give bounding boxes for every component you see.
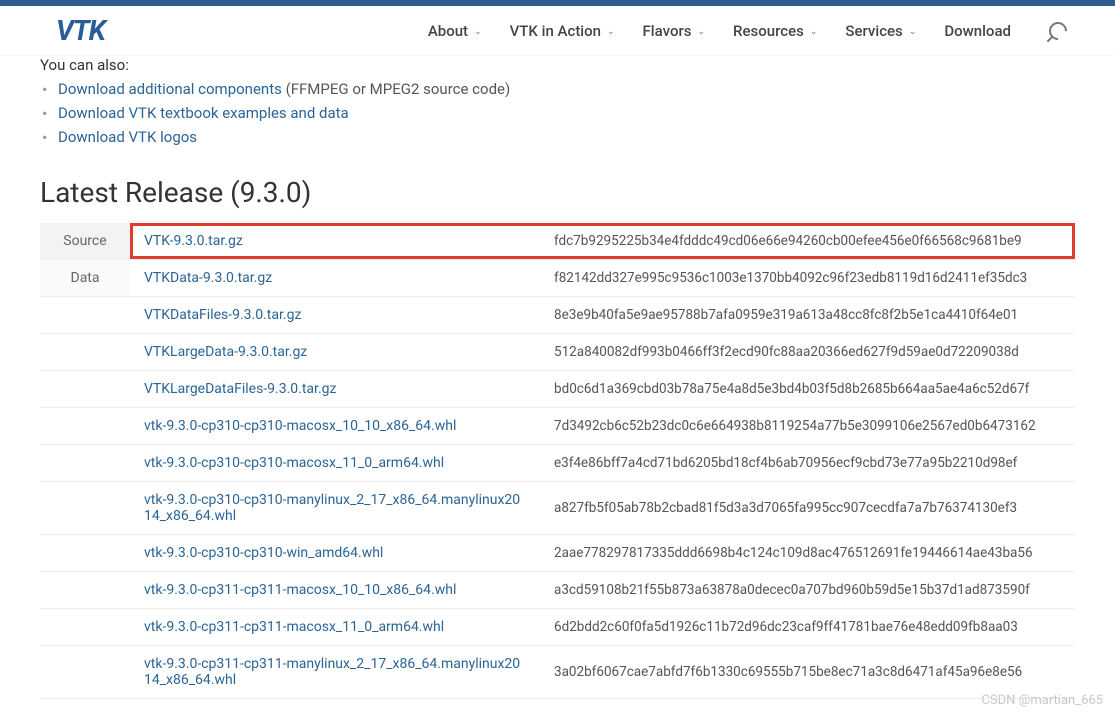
nav-item-label: Flavors	[643, 22, 692, 40]
extra-link[interactable]: Download additional components	[58, 80, 282, 98]
nav-item-label: Download	[944, 22, 1011, 40]
table-row: Source VTK-9.3.0.tar.gz fdc7b9295225b34e4f…	[40, 223, 1075, 260]
row-hash: 7d3492cb6c52b23dc0c6e664938b8119254a77b5…	[540, 408, 1075, 445]
table-row: vtk-9.3.0-cp310-cp310-win_amd64.whl 2aae7…	[40, 535, 1075, 572]
download-link[interactable]: vtk-9.3.0-cp311-cp311-manylinux_2_17_x86…	[144, 656, 520, 688]
extra-link-suffix: (FFMPEG or MPEG2 source code)	[282, 80, 510, 98]
row-category	[40, 646, 130, 699]
table-row: vtk-9.3.0-cp310-cp310-manylinux_2_17_x86…	[40, 482, 1075, 535]
row-hash: 8e3e9b40fa5e9ae95788b7afa0959e319a613a48…	[540, 297, 1075, 334]
chevron-down-icon: ⌄	[810, 27, 818, 37]
row-category	[40, 609, 130, 646]
nav-item-download[interactable]: Download	[944, 22, 1011, 40]
table-row: VTKLargeData-9.3.0.tar.gz 512a840082df993…	[40, 334, 1075, 371]
row-category: Source	[40, 223, 130, 260]
download-link[interactable]: vtk-9.3.0-cp310-cp310-macosx_11_0_arm64.…	[144, 455, 444, 471]
row-hash: 3a02bf6067cae7abfd7f6b1330c69555b715be8e…	[540, 646, 1075, 699]
nav-item-label: About	[428, 22, 468, 40]
table-row: vtk-9.3.0-cp311-cp311-macosx_10_10_x86_6…	[40, 572, 1075, 609]
row-category	[40, 297, 130, 334]
chevron-down-icon: ⌄	[909, 27, 917, 37]
chevron-down-icon: ⌄	[697, 27, 705, 37]
extra-link[interactable]: Download VTK logos	[58, 128, 197, 146]
row-hash: 6d2bdd2c60f0fa5d1926c11b72d96dc23caf9ff4…	[540, 609, 1075, 646]
table-row: VTKDataFiles-9.3.0.tar.gz 8e3e9b40fa5e9ae…	[40, 297, 1075, 334]
row-category	[40, 535, 130, 572]
table-row: VTKLargeDataFiles-9.3.0.tar.gz bd0c6d1a36…	[40, 371, 1075, 408]
extra-link-item: Download VTK textbook examples and data	[40, 104, 1075, 122]
row-category	[40, 572, 130, 609]
download-link[interactable]: VTKDataFiles-9.3.0.tar.gz	[144, 307, 301, 323]
download-link[interactable]: VTKLargeDataFiles-9.3.0.tar.gz	[144, 381, 336, 397]
row-category: Data	[40, 260, 130, 297]
row-file: vtk-9.3.0-cp310-cp310-macosx_11_0_arm64.…	[130, 445, 540, 482]
nav-item-resources[interactable]: Resources ⌄	[733, 22, 817, 40]
row-category	[40, 408, 130, 445]
row-file: VTKLargeData-9.3.0.tar.gz	[130, 334, 540, 371]
row-hash: bd0c6d1a369cbd03b78a75e4a8d5e3bd4b03f5d8…	[540, 371, 1075, 408]
search-icon[interactable]	[1045, 18, 1070, 43]
row-hash: 512a840082df993b0466ff3f2ecd90fc88aa2036…	[540, 334, 1075, 371]
table-row: vtk-9.3.0-cp311-cp311-manylinux_2_17_x86…	[40, 646, 1075, 699]
extra-link-item: Download additional components (FFMPEG o…	[40, 80, 1075, 98]
nav-item-services[interactable]: Services ⌄	[845, 22, 916, 40]
row-file: vtk-9.3.0-cp310-cp310-macosx_10_10_x86_6…	[130, 408, 540, 445]
chevron-down-icon: ⌄	[474, 27, 482, 37]
extra-link[interactable]: Download VTK textbook examples and data	[58, 104, 349, 122]
table-row: vtk-9.3.0-cp311-cp311-macosx_11_0_arm64.…	[40, 609, 1075, 646]
site-header: VTK About⌄VTK in Action⌄Flavors⌄Resource…	[0, 6, 1115, 56]
row-hash: e3f4e86bff7a4cd71bd6205bd18cf4b6ab70956e…	[540, 445, 1075, 482]
extra-link-item: Download VTK logos	[40, 128, 1075, 146]
row-file: vtk-9.3.0-cp310-cp310-win_amd64.whl	[130, 535, 540, 572]
row-file: vtk-9.3.0-cp310-cp310-manylinux_2_17_x86…	[130, 482, 540, 535]
main-nav: About⌄VTK in Action⌄Flavors⌄Resources⌄Se…	[428, 22, 1067, 40]
intro-fragment: You can also:	[40, 56, 1075, 74]
row-file: vtk-9.3.0-cp311-cp311-manylinux_2_17_x86…	[130, 646, 540, 699]
download-link[interactable]: vtk-9.3.0-cp311-cp311-macosx_11_0_arm64.…	[144, 619, 444, 635]
download-link[interactable]: vtk-9.3.0-cp310-cp310-win_amd64.whl	[144, 545, 383, 561]
release-heading: Latest Release (9.3.0)	[40, 176, 1075, 209]
download-link[interactable]: vtk-9.3.0-cp310-cp310-macosx_10_10_x86_6…	[144, 418, 456, 434]
downloads-table: Source VTK-9.3.0.tar.gz fdc7b9295225b34e4f…	[40, 223, 1075, 699]
nav-item-label: Services	[845, 22, 902, 40]
download-link[interactable]: VTKLargeData-9.3.0.tar.gz	[144, 344, 307, 360]
row-hash: f82142dd327e995c9536c1003e1370bb4092c96f…	[540, 260, 1075, 297]
row-category	[40, 445, 130, 482]
nav-item-about[interactable]: About ⌄	[428, 22, 482, 40]
table-row: vtk-9.3.0-cp310-cp310-macosx_11_0_arm64.…	[40, 445, 1075, 482]
row-file: vtk-9.3.0-cp311-cp311-macosx_11_0_arm64.…	[130, 609, 540, 646]
row-hash: 2aae778297817335ddd6698b4c124c109d8ac476…	[540, 535, 1075, 572]
table-row: vtk-9.3.0-cp310-cp310-macosx_10_10_x86_6…	[40, 408, 1075, 445]
download-link[interactable]: vtk-9.3.0-cp311-cp311-macosx_10_10_x86_6…	[144, 582, 456, 598]
row-file: VTKLargeDataFiles-9.3.0.tar.gz	[130, 371, 540, 408]
chevron-down-icon: ⌄	[607, 27, 615, 37]
row-hash: a827fb5f05ab78b2cbad81f5d3a3d7065fa995cc…	[540, 482, 1075, 535]
page-content: You can also: Download additional compon…	[0, 56, 1115, 719]
row-category	[40, 334, 130, 371]
row-file: VTK-9.3.0.tar.gz	[130, 223, 540, 260]
download-link[interactable]: VTKData-9.3.0.tar.gz	[144, 270, 272, 286]
logo[interactable]: VTK	[56, 14, 135, 47]
row-file: VTKDataFiles-9.3.0.tar.gz	[130, 297, 540, 334]
table-row: Data VTKData-9.3.0.tar.gz f82142dd327e995c…	[40, 260, 1075, 297]
row-category	[40, 482, 130, 535]
extra-links-list: Download additional components (FFMPEG o…	[40, 80, 1075, 146]
nav-item-vtk-in-action[interactable]: VTK in Action ⌄	[510, 22, 615, 40]
row-file: vtk-9.3.0-cp311-cp311-macosx_10_10_x86_6…	[130, 572, 540, 609]
row-hash: a3cd59108b21f55b873a63878a0decec0a707bd9…	[540, 572, 1075, 609]
nav-item-label: Resources	[733, 22, 804, 40]
nav-item-label: VTK in Action	[510, 22, 601, 40]
download-link[interactable]: VTK-9.3.0.tar.gz	[144, 233, 243, 249]
download-link[interactable]: vtk-9.3.0-cp310-cp310-manylinux_2_17_x86…	[144, 492, 520, 524]
row-hash: fdc7b9295225b34e4fdddc49cd06e66e94260cb0…	[540, 223, 1075, 260]
nav-item-flavors[interactable]: Flavors ⌄	[643, 22, 705, 40]
row-file: VTKData-9.3.0.tar.gz	[130, 260, 540, 297]
row-category	[40, 371, 130, 408]
